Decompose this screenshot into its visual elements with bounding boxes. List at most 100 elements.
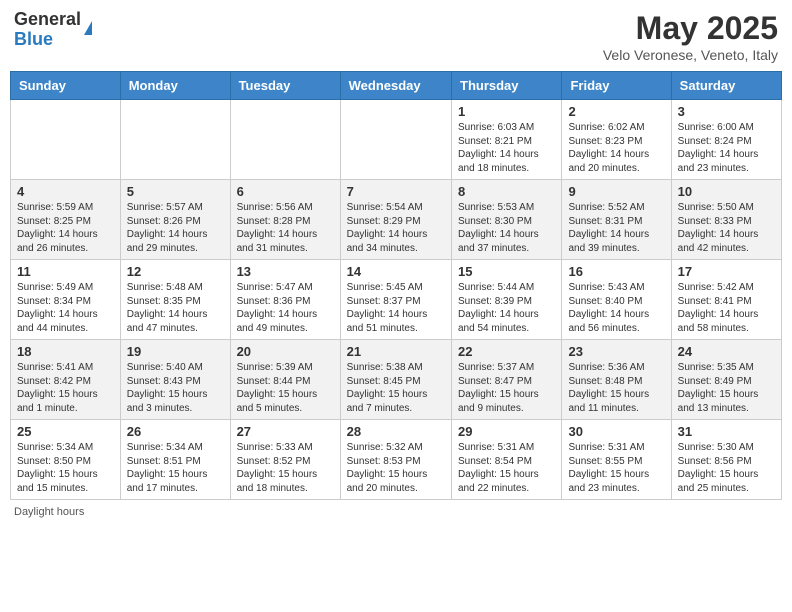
day-number: 28: [347, 424, 445, 439]
month-title: May 2025: [603, 10, 778, 47]
col-saturday: Saturday: [671, 72, 781, 100]
table-row: 21Sunrise: 5:38 AM Sunset: 8:45 PM Dayli…: [340, 340, 451, 420]
day-info: Sunrise: 5:59 AM Sunset: 8:25 PM Dayligh…: [17, 201, 114, 255]
table-row: 1 Sunrise: 6:03 AM Sunset: 8:21 PM Daylig…: [452, 100, 562, 180]
table-row: 26 Sunrise: 5:34 AM Sunset: 8:51 PM Dayli…: [120, 420, 230, 500]
table-row: 6 Sunrise: 5:56 AM Sunset: 8:28 PM Daylig…: [230, 180, 340, 260]
day-info: Sunrise: 6:00 AM Sunset: 8:24 PM Dayligh…: [678, 121, 775, 175]
table-row: 15 Sunrise: 5:44 AM Sunset: 8:39 PM Dayli…: [452, 260, 562, 340]
day-info: Sunrise: 6:02 AM Sunset: 8:23 PM Dayligh…: [568, 121, 664, 175]
day-number: 17: [678, 264, 775, 279]
table-row: 16 Sunrise: 5:43 AM Sunset: 8:40 PM Dayli…: [562, 260, 671, 340]
calendar-week-4: 18 Sunrise: 5:41 AM Sunset: 8:42 PM Dayli…: [11, 340, 782, 420]
day-number: 30: [568, 424, 664, 439]
table-row: 5 Sunrise: 5:57 AM Sunset: 8:26 PM Daylig…: [120, 180, 230, 260]
logo-general: General: [14, 10, 81, 30]
table-row: [230, 100, 340, 180]
day-info: Sunrise: 6:03 AM Sunset: 8:21 PM Dayligh…: [458, 121, 555, 175]
day-info: Sunrise: 5:50 AM Sunset: 8:33 PM Dayligh…: [678, 201, 775, 255]
logo-text: General Blue: [14, 10, 81, 50]
day-number: 1: [458, 104, 555, 119]
table-row: 24 Sunrise: 5:35 AM Sunset: 8:49 PM Dayli…: [671, 340, 781, 420]
day-number: 25: [17, 424, 114, 439]
day-number: 31: [678, 424, 775, 439]
day-info: Sunrise: 5:47 AM Sunset: 8:36 PM Dayligh…: [237, 281, 334, 335]
day-info: Sunrise: 5:49 AM Sunset: 8:34 PM Dayligh…: [17, 281, 114, 335]
day-number: 2: [568, 104, 664, 119]
day-number: 26: [127, 424, 224, 439]
day-info: Sunrise: 5:33 AM Sunset: 8:52 PM Dayligh…: [237, 441, 334, 495]
calendar-week-1: 1 Sunrise: 6:03 AM Sunset: 8:21 PM Daylig…: [11, 100, 782, 180]
table-row: 31Sunrise: 5:30 AM Sunset: 8:56 PM Dayli…: [671, 420, 781, 500]
header: General Blue May 2025 Velo Veronese, Ven…: [10, 10, 782, 63]
day-number: 27: [237, 424, 334, 439]
logo-triangle-icon: [84, 21, 92, 35]
table-row: 19 Sunrise: 5:40 AM Sunset: 8:43 PM Dayli…: [120, 340, 230, 420]
table-row: [120, 100, 230, 180]
table-row: 10 Sunrise: 5:50 AM Sunset: 8:33 PM Dayli…: [671, 180, 781, 260]
day-info: Sunrise: 5:43 AM Sunset: 8:40 PM Dayligh…: [568, 281, 664, 335]
day-info: Sunrise: 5:52 AM Sunset: 8:31 PM Dayligh…: [568, 201, 664, 255]
day-info: Sunrise: 5:57 AM Sunset: 8:26 PM Dayligh…: [127, 201, 224, 255]
day-info: Sunrise: 5:56 AM Sunset: 8:28 PM Dayligh…: [237, 201, 334, 255]
table-row: 12Sunrise: 5:48 AM Sunset: 8:35 PM Dayli…: [120, 260, 230, 340]
day-info: Sunrise: 5:38 AM Sunset: 8:45 PM Dayligh…: [347, 361, 445, 415]
table-row: 30 Sunrise: 5:31 AM Sunset: 8:55 PM Dayli…: [562, 420, 671, 500]
day-info: Sunrise: 5:34 AM Sunset: 8:51 PM Dayligh…: [127, 441, 224, 495]
day-info: Sunrise: 5:34 AM Sunset: 8:50 PM Dayligh…: [17, 441, 114, 495]
table-row: [340, 100, 451, 180]
day-info: Sunrise: 5:45 AM Sunset: 8:37 PM Dayligh…: [347, 281, 445, 335]
day-info: Sunrise: 5:54 AM Sunset: 8:29 PM Dayligh…: [347, 201, 445, 255]
footer: Daylight hours: [10, 506, 782, 518]
day-info: Sunrise: 5:35 AM Sunset: 8:49 PM Dayligh…: [678, 361, 775, 415]
day-info: Sunrise: 5:44 AM Sunset: 8:39 PM Dayligh…: [458, 281, 555, 335]
page-container: General Blue May 2025 Velo Veronese, Ven…: [10, 10, 782, 518]
table-row: 22 Sunrise: 5:37 AM Sunset: 8:47 PM Dayli…: [452, 340, 562, 420]
day-info: Sunrise: 5:42 AM Sunset: 8:41 PM Dayligh…: [678, 281, 775, 335]
col-thursday: Thursday: [452, 72, 562, 100]
table-row: 2 Sunrise: 6:02 AM Sunset: 8:23 PM Daylig…: [562, 100, 671, 180]
daylight-label: Daylight hours: [14, 506, 84, 518]
day-number: 7: [347, 184, 445, 199]
day-number: 6: [237, 184, 334, 199]
table-row: 23Sunrise: 5:36 AM Sunset: 8:48 PM Dayli…: [562, 340, 671, 420]
day-number: 29: [458, 424, 555, 439]
col-sunday: Sunday: [11, 72, 121, 100]
day-info: Sunrise: 5:36 AM Sunset: 8:48 PM Dayligh…: [568, 361, 664, 415]
table-row: 7 Sunrise: 5:54 AM Sunset: 8:29 PM Daylig…: [340, 180, 451, 260]
logo-blue: Blue: [14, 30, 81, 50]
table-row: 8Sunrise: 5:53 AM Sunset: 8:30 PM Daylig…: [452, 180, 562, 260]
day-number: 18: [17, 344, 114, 359]
day-number: 4: [17, 184, 114, 199]
table-row: 4 Sunrise: 5:59 AM Sunset: 8:25 PM Daylig…: [11, 180, 121, 260]
day-info: Sunrise: 5:48 AM Sunset: 8:35 PM Dayligh…: [127, 281, 224, 335]
day-number: 24: [678, 344, 775, 359]
day-number: 13: [237, 264, 334, 279]
day-number: 22: [458, 344, 555, 359]
title-block: May 2025 Velo Veronese, Veneto, Italy: [603, 10, 778, 63]
day-info: Sunrise: 5:31 AM Sunset: 8:54 PM Dayligh…: [458, 441, 555, 495]
day-info: Sunrise: 5:41 AM Sunset: 8:42 PM Dayligh…: [17, 361, 114, 415]
table-row: 13 Sunrise: 5:47 AM Sunset: 8:36 PM Dayli…: [230, 260, 340, 340]
day-info: Sunrise: 5:37 AM Sunset: 8:47 PM Dayligh…: [458, 361, 555, 415]
day-number: 10: [678, 184, 775, 199]
day-number: 5: [127, 184, 224, 199]
calendar-table: Sunday Monday Tuesday Wednesday Thursday…: [10, 71, 782, 500]
table-row: 18 Sunrise: 5:41 AM Sunset: 8:42 PM Dayli…: [11, 340, 121, 420]
day-number: 19: [127, 344, 224, 359]
day-info: Sunrise: 5:40 AM Sunset: 8:43 PM Dayligh…: [127, 361, 224, 415]
day-number: 8: [458, 184, 555, 199]
day-number: 15: [458, 264, 555, 279]
day-number: 16: [568, 264, 664, 279]
calendar-week-3: 11 Sunrise: 5:49 AM Sunset: 8:34 PM Dayli…: [11, 260, 782, 340]
day-info: Sunrise: 5:39 AM Sunset: 8:44 PM Dayligh…: [237, 361, 334, 415]
table-row: 3Sunrise: 6:00 AM Sunset: 8:24 PM Daylig…: [671, 100, 781, 180]
table-row: 17 Sunrise: 5:42 AM Sunset: 8:41 PM Dayli…: [671, 260, 781, 340]
col-tuesday: Tuesday: [230, 72, 340, 100]
col-monday: Monday: [120, 72, 230, 100]
day-info: Sunrise: 5:31 AM Sunset: 8:55 PM Dayligh…: [568, 441, 664, 495]
col-wednesday: Wednesday: [340, 72, 451, 100]
calendar-week-2: 4 Sunrise: 5:59 AM Sunset: 8:25 PM Daylig…: [11, 180, 782, 260]
col-friday: Friday: [562, 72, 671, 100]
day-number: 11: [17, 264, 114, 279]
